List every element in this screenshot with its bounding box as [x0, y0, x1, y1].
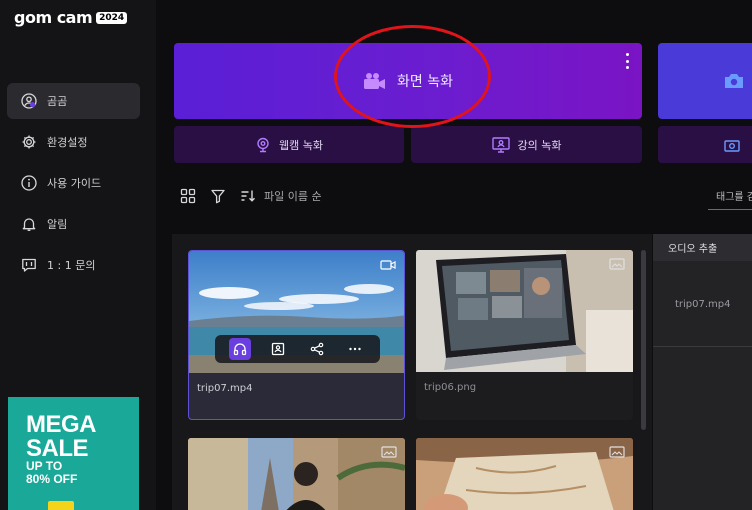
sort-dropdown[interactable]: 파일 이름 순	[240, 188, 322, 204]
image-type-icon	[609, 446, 625, 458]
promo-headline: MEGA SALE	[26, 411, 97, 462]
sidebar-item-settings[interactable]: 환경설정	[7, 124, 140, 160]
promo-banner[interactable]: MEGA SALE UP TO 80% OFF	[8, 397, 139, 510]
file-card[interactable]: trip07.mp4	[188, 250, 405, 420]
screen-record-label: 화면 녹화	[397, 74, 453, 90]
headphones-icon	[233, 343, 247, 356]
lecture-record-label: 강의 녹화	[517, 138, 562, 152]
sidebar-item-profile[interactable]: 곰곰	[7, 83, 140, 119]
video-camera-icon	[364, 73, 385, 89]
sidebar-item-label: 사용 가이드	[47, 177, 102, 190]
image-type-icon	[381, 446, 397, 458]
bell-icon	[22, 218, 36, 231]
promo-line2: SALE	[26, 435, 89, 462]
sidebar-item-notifications[interactable]: 알림	[7, 206, 140, 242]
lecture-record-button[interactable]: 강의 녹화	[411, 126, 642, 163]
panel-divider	[653, 346, 752, 347]
sidebar-item-guide[interactable]: 사용 가이드	[7, 165, 140, 201]
tag-search-input[interactable]: 태그를 검	[708, 182, 752, 210]
share-button[interactable]	[306, 338, 328, 360]
share-icon	[310, 342, 323, 356]
camera-icon	[725, 74, 743, 88]
file-name: trip06.png	[424, 382, 477, 393]
sidebar-item-label: 곰곰	[47, 95, 68, 108]
webcam-record-label: 웹캠 녹화	[279, 138, 323, 152]
capture-mode-button[interactable]	[658, 43, 752, 119]
sidebar-nav: 곰곰 환경설정 사용 가이드 알림 1 : 1 문의	[7, 83, 140, 288]
more-button[interactable]	[344, 338, 366, 360]
app-logo: gom cam 2024	[14, 8, 128, 27]
promo-line4: 80% OFF	[26, 472, 78, 486]
brand-name: gom cam	[14, 8, 93, 27]
file-toolbar: 파일 이름 순	[180, 188, 322, 204]
card-action-bar	[215, 335, 380, 363]
grid-view-icon[interactable]	[180, 188, 196, 204]
image-thumbnail	[188, 438, 405, 510]
camera-outline-icon	[724, 139, 740, 152]
video-type-icon	[380, 260, 396, 270]
audio-extract-panel: 오디오 추출 trip07.mp4	[653, 234, 752, 510]
info-icon	[21, 175, 37, 191]
capture-sub-button[interactable]	[658, 126, 752, 163]
sidebar-item-label: 환경설정	[47, 136, 88, 149]
file-card[interactable]	[188, 438, 405, 510]
sidebar-item-label: 알림	[47, 218, 68, 231]
presentation-icon	[491, 136, 510, 153]
image-thumbnail	[416, 250, 633, 372]
portrait-icon	[272, 342, 285, 356]
panel-file-name: trip07.mp4	[675, 299, 731, 310]
sidebar: gom cam 2024 곰곰 환경설정 사용 가이드 알림 1 : 1 문의 …	[0, 0, 156, 510]
sidebar-item-label: 1 : 1 문의	[47, 259, 96, 272]
user-circle-icon	[21, 93, 37, 109]
sort-icon	[241, 190, 255, 202]
gear-icon	[22, 135, 36, 149]
screen-record-button[interactable]: 화면 녹화	[174, 43, 642, 119]
thumbnail-button[interactable]	[267, 338, 289, 360]
promo-decoration	[48, 501, 74, 510]
promo-discount: UP TO 80% OFF	[26, 460, 77, 486]
promo-line1: MEGA	[26, 411, 97, 438]
ellipsis-icon	[349, 347, 361, 351]
sort-label: 파일 이름 순	[264, 190, 322, 203]
video-thumbnail	[189, 251, 404, 373]
file-card[interactable]: trip06.png	[416, 250, 633, 420]
extract-audio-button[interactable]	[229, 338, 252, 360]
gallery-scrollbar[interactable]	[641, 250, 646, 430]
webcam-record-button[interactable]: 웹캠 녹화	[174, 126, 404, 163]
image-type-icon	[609, 258, 625, 270]
webcam-icon	[257, 137, 269, 152]
year-badge: 2024	[96, 11, 128, 24]
chat-icon	[22, 258, 36, 272]
file-card[interactable]	[416, 438, 633, 510]
filter-icon[interactable]	[210, 188, 226, 204]
panel-title: 오디오 추출	[653, 234, 752, 261]
file-name: trip07.mp4	[197, 383, 253, 394]
sidebar-item-inquiry[interactable]: 1 : 1 문의	[7, 247, 140, 283]
image-thumbnail	[416, 438, 633, 510]
more-options-icon[interactable]	[622, 53, 632, 69]
